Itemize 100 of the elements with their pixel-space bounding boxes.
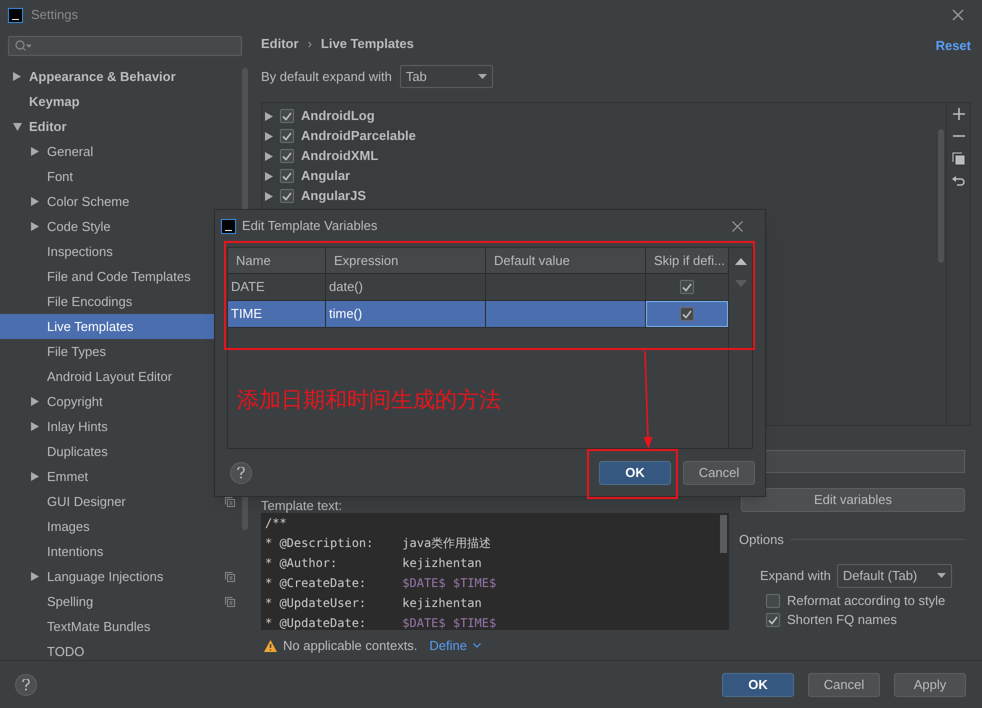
cancel-button[interactable]: Cancel [808,672,880,696]
code-line: * @UpdateDate: $DATE$ $TIME$ [265,615,496,632]
annotation-text: 添加日期和时间生成的方法 [237,387,501,415]
close-icon[interactable] [732,220,743,232]
expand-arrow-icon[interactable] [31,197,39,206]
table-row[interactable]: TIME time() [228,301,728,328]
caret-icon [936,573,946,578]
column-header[interactable]: Default value [486,248,646,273]
checkbox[interactable] [280,149,294,163]
apply-button[interactable]: Apply [894,672,966,696]
template-text-label: Template text: [261,498,343,513]
checkbox[interactable] [766,594,780,608]
ok-button[interactable]: OK [722,672,794,696]
search-field[interactable] [8,36,242,56]
template-group[interactable]: AndroidParcelable [301,126,416,146]
code-line: /** [265,515,287,532]
table-cell-text: time() [329,305,362,324]
caret-icon [478,74,487,79]
expand-arrow-icon[interactable] [31,397,39,406]
code-line: * @CreateDate: $DATE$ $TIME$ [265,575,496,592]
column-header[interactable]: Expression [326,248,486,273]
sidebar-item[interactable]: Keymap [0,89,250,114]
expand-with-dropdown[interactable]: Default (Tab) [836,564,952,588]
expand-label: By default expand with [261,68,392,86]
checkbox[interactable] [280,129,294,143]
breadcrumb-separator: › [308,35,312,54]
code-line: * @Author: kejizhentan [265,555,482,572]
sidebar-item[interactable]: Images [0,514,250,539]
template-group[interactable]: AngularJS [301,186,366,206]
checkbox[interactable] [680,307,694,321]
options-heading: Options [739,531,784,549]
sidebar-item[interactable]: Spelling [0,589,250,614]
scrollbar[interactable] [720,515,727,553]
column-header[interactable]: Name [228,248,326,273]
expand-arrow-icon[interactable] [31,422,39,431]
cancel-button[interactable]: Cancel [683,461,755,485]
sidebar-item[interactable]: Font [0,164,250,189]
search-icon [15,40,31,52]
expand-dropdown[interactable]: Tab [400,65,493,88]
help-button[interactable] [15,674,37,696]
checkbox[interactable] [680,280,694,294]
edit-variables-button[interactable]: Edit variables [741,488,965,512]
table-cell-text: date() [329,278,363,296]
move-up-icon[interactable] [734,258,746,265]
column-header[interactable]: Skip if defi... [646,248,728,273]
sidebar-item[interactable]: Emmet [0,464,250,489]
collapse-arrow-icon[interactable] [13,122,22,130]
expand-arrow-icon[interactable] [265,172,273,180]
expand-with-label: Expand with [760,566,831,585]
ok-button[interactable]: OK [599,461,671,485]
context-warning: No applicable contexts. [283,637,418,655]
template-group[interactable]: AndroidLog [301,106,375,126]
window-title: Settings [31,6,78,24]
app-logo-icon [221,218,236,234]
expand-arrow-icon[interactable] [31,472,39,481]
sidebar-item[interactable]: Intentions [0,539,250,564]
checkbox[interactable] [766,613,780,627]
sidebar-item[interactable]: Editor [0,114,250,139]
sidebar-item[interactable]: Language Injections [0,564,250,589]
expand-arrow-icon[interactable] [31,147,39,156]
breadcrumb-item: Live Templates [320,35,414,54]
template-group[interactable]: AndroidXML [301,146,378,166]
sidebar-item[interactable]: Appearance & Behavior [0,64,250,89]
sidebar-item[interactable]: Inlay Hints [0,414,250,439]
dialog-title: Edit Template Variables [242,217,378,236]
app-logo-icon [8,8,23,22]
sidebar-item[interactable]: GUI Designer [0,489,250,514]
expand-arrow-icon[interactable] [265,132,273,140]
checkbox[interactable] [280,109,294,123]
template-group[interactable]: Angular [301,166,350,186]
warning-icon [264,640,277,652]
question-mark-icon [237,467,245,479]
expand-arrow-icon[interactable] [31,222,39,231]
checkbox[interactable] [280,169,294,183]
template-editor[interactable]: /** * @Description: java类作用描述 * @Author: kejizhentan * @CreateDate: $DATE$ $TIME$ * @UpdateUser: kejizhentan * @UpdateDate: $DATE$ $TIME$ [261,513,729,630]
expand-arrow-icon[interactable] [13,72,21,81]
reset-link[interactable]: Reset [936,36,971,56]
code-line: * @UpdateUser: kejizhentan [265,595,482,612]
chevron-down-icon [473,643,481,648]
sidebar-item[interactable]: TextMate Bundles [0,614,250,639]
expand-arrow-icon[interactable] [265,112,273,120]
expand-arrow-icon[interactable] [31,572,39,581]
expand-arrow-icon[interactable] [265,192,273,200]
define-link[interactable]: Define [429,636,467,656]
checkbox-label: Shorten FQ names [787,611,897,630]
table-cell-text: DATE [231,278,265,296]
checkbox[interactable] [280,189,294,203]
undo-icon[interactable] [952,175,965,188]
expand-arrow-icon[interactable] [265,152,273,160]
sidebar-item[interactable]: TODO [0,639,250,664]
breadcrumb-item[interactable]: Editor [261,34,299,54]
checkbox-label: Reformat according to style [787,592,946,610]
sidebar-item[interactable]: General [0,139,250,164]
close-icon[interactable] [952,9,964,21]
sidebar-item[interactable]: Color Scheme [0,189,250,214]
help-button[interactable] [230,462,252,484]
copy-icon[interactable] [952,152,965,165]
add-icon[interactable] [952,108,964,120]
code-line: * @Description: java类作用描述 [265,535,492,552]
move-down-icon [734,280,746,287]
